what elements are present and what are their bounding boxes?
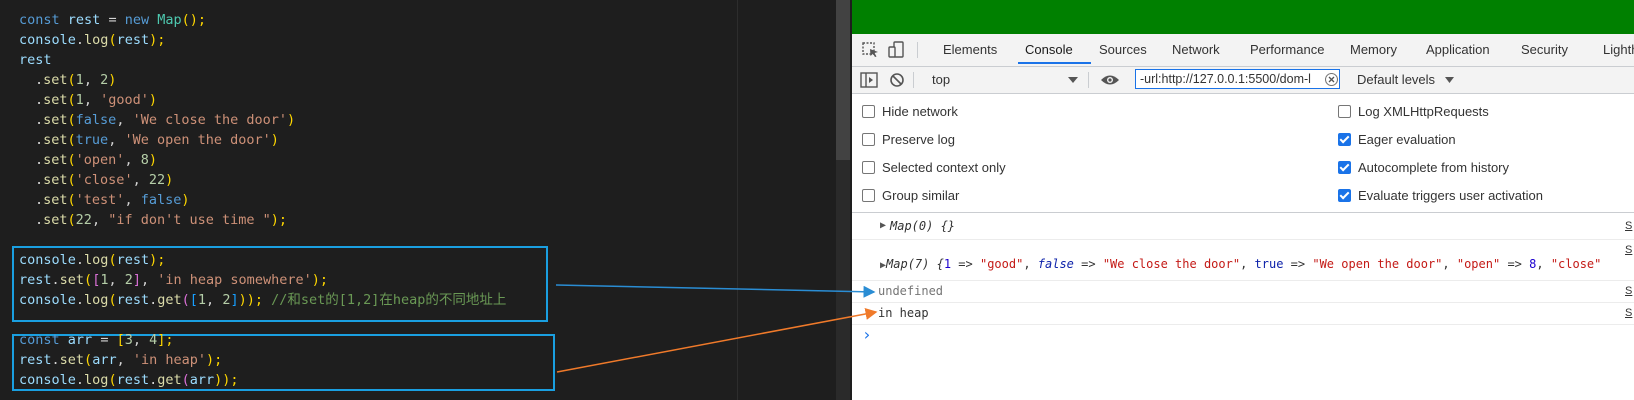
arrow-to-undefined <box>555 284 876 298</box>
annotation-overlay <box>555 284 878 373</box>
arrow-to-in-heap <box>556 308 878 373</box>
